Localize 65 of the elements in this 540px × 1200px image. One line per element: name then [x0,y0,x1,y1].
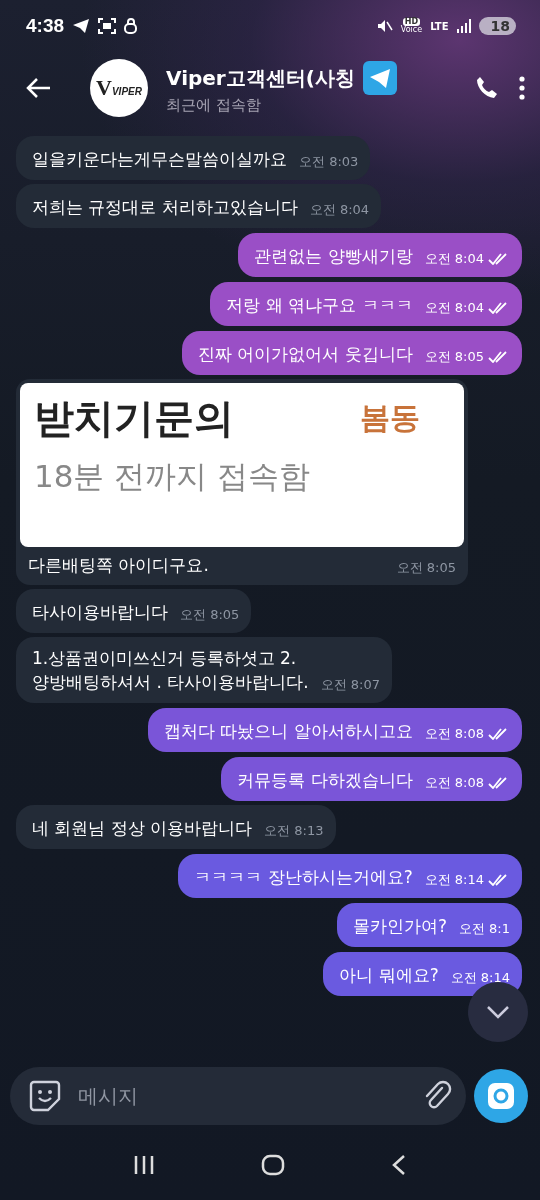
message-time: 오전 8:13 [264,822,324,840]
camera-button[interactable] [474,1069,528,1123]
double-check-icon [488,728,510,740]
message-time: 오전 8:04 [424,250,484,268]
message-text: 캡처다 따놨으니 알아서하시고요 [163,720,413,743]
message-time: 오전 8:03 [299,153,359,171]
message-text: 다른배팅쪽 아이디구요. [28,554,209,577]
message-time: 오전 8:05 [396,559,456,577]
message-text: 네 회원님 정상 이용바랍니다 [32,817,253,840]
sticker-text: 봄동 [360,399,420,437]
message-time: 오전 8:14 [424,871,484,889]
screenshot-status: 18분 전까지 접속함 [34,457,312,496]
message-text: 저랑 왜 엮냐구요 ㅋㅋㅋ [226,294,413,317]
screenshot-icon [98,18,117,34]
chevron-down-icon [486,1005,510,1019]
logo-mark: V [96,75,112,101]
message-text: 일을키운다는게무슨말씀이실까요 [32,148,287,171]
logo-text: VIPER [111,85,142,97]
message-time: 오전 8:14 [450,969,510,987]
message-time: 오전 8:04 [424,299,484,317]
message-time: 오전 8:04 [309,201,370,219]
message-text: 아니 뭐에요? [339,964,439,987]
avatar[interactable]: VVIPER [90,59,148,117]
double-check-icon [488,351,510,363]
message-time: 오전 8:07 [320,676,380,694]
double-check-icon [488,777,510,789]
clock: 4:38 [26,15,65,37]
lock-icon [124,18,139,34]
more-icon[interactable] [518,75,526,101]
back-icon[interactable] [391,1154,407,1176]
message-input[interactable]: 메시지 [76,1083,408,1109]
message-text: 타사이용바랍니다 [32,601,168,624]
phone-icon[interactable] [474,75,500,101]
double-check-icon [488,302,510,314]
back-icon[interactable] [26,77,52,99]
message-text: 몰카인가여? [352,915,447,938]
last-seen: 최근에 접속함 [166,96,262,115]
camera-icon [487,1082,515,1110]
network-label: LTE [430,20,449,32]
message-text: 1.상품권이미쓰신거 등록하셧고 2. 양방배팅하셔서 . 타사이용바랍니다. [32,647,309,694]
message-time: 오전 8:08 [424,774,484,792]
message-text: 저희는 규정대로 처리하고있습니다 [32,196,298,219]
recent-apps-icon[interactable] [133,1155,155,1175]
send-icon [72,18,91,34]
battery-level: 18 [478,17,516,35]
voice-label: Voice [400,26,423,34]
hd-label: HD [402,18,421,26]
message-time: 오전 8:05 [424,348,484,366]
message-time: 오전 8:1 [458,920,510,938]
screenshot-title: 받치기문의 [34,394,234,443]
double-check-icon [488,874,510,886]
message-text: 관련없는 양빵새기랑 [254,245,413,268]
sticker-icon [28,1079,62,1113]
signal-icon [456,19,471,33]
message-text: 진짜 어이가없어서 웃깁니다 [197,343,413,366]
chat-title: Viper고객센터(사칭 [166,64,355,92]
send-icon [362,61,397,95]
home-icon[interactable] [261,1154,285,1176]
message-time: 오전 8:08 [424,725,484,743]
mute-icon [376,19,393,33]
double-check-icon [488,253,510,265]
message-text: ㅋㅋㅋㅋ 장난하시는거에요? [194,866,413,889]
message-text: 커뮤등록 다하겠습니다 [237,769,413,792]
message-field[interactable]: 메시지 [10,1067,466,1125]
message-time: 오전 8:05 [180,606,240,624]
